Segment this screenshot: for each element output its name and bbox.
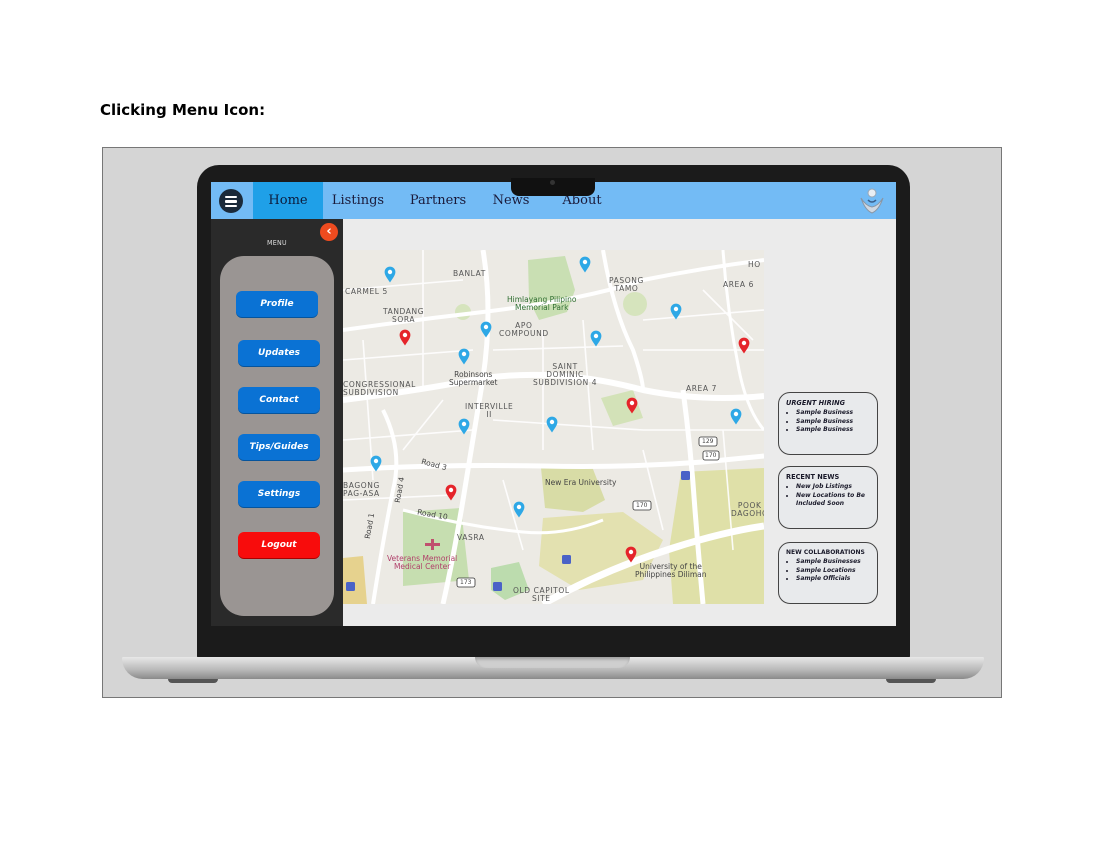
map-pin-blue[interactable] — [546, 416, 558, 433]
card-new-collaborations[interactable]: NEW COLLABORATIONS Sample Businesses Sam… — [778, 542, 878, 604]
map-label-himlayang: Himlayang Pilipino Memorial Park — [507, 295, 577, 312]
map-label-area6: AREA 6 — [723, 280, 754, 289]
map-pin-blue[interactable] — [480, 321, 492, 338]
route-170-b: 170 — [636, 502, 648, 509]
map-pin-red[interactable] — [626, 397, 638, 414]
card-recent-news[interactable]: RECENT NEWS New Job Listings New Locatio… — [778, 466, 878, 529]
map-pin-blue[interactable] — [590, 330, 602, 347]
map-pin-blue[interactable] — [370, 455, 382, 472]
list-item: Sample Business — [796, 409, 870, 418]
laptop-trackpad-notch — [475, 657, 630, 668]
map-pin-blue[interactable] — [458, 418, 470, 435]
map-label-vasra: VASRA — [457, 533, 485, 542]
map-view[interactable]: BANLAT CARMEL 5 TANDANG SORA PASONG TAMO… — [343, 250, 764, 604]
list-item: Sample Business — [796, 426, 870, 435]
contact-button[interactable]: Contact — [238, 387, 320, 413]
map-pin-red[interactable] — [625, 546, 637, 563]
map-label-apo-compound: APO COMPOUND — [499, 321, 549, 338]
map-label-saint-dominic: SAINT DOMINIC SUBDIVISION 4 — [533, 362, 598, 387]
laptop-foot-left — [168, 679, 218, 683]
list-item: Sample Business — [796, 418, 870, 427]
list-item: Sample Businesses — [796, 558, 870, 567]
list-item: Sample Locations — [796, 567, 870, 576]
camera-notch — [511, 178, 595, 196]
map-label-pook-dagoho: POOK DAGOHO — [731, 501, 764, 518]
list-item: New Locations to Be Included Soon — [796, 492, 870, 509]
list-item: New Job Listings — [796, 483, 870, 492]
map-label-pasong-tamo: PASONG TAMO — [609, 276, 644, 293]
page-caption: Clicking Menu Icon: — [100, 101, 266, 119]
map-pin-blue[interactable] — [513, 501, 525, 518]
map-pin-blue[interactable] — [670, 303, 682, 320]
map-label-carmel: CARMEL 5 — [345, 287, 388, 296]
map-label-bagong-pag-asa: BAGONG PAG-ASA — [343, 481, 380, 498]
laptop-foot-right — [886, 679, 936, 683]
settings-button[interactable]: Settings — [238, 481, 320, 507]
tab-home[interactable]: Home — [253, 182, 323, 219]
route-170-a: 170 — [705, 452, 717, 459]
app-screen: Home Listings Partners News About ‹ MENU… — [211, 182, 896, 626]
profile-button[interactable]: Profile — [236, 291, 318, 317]
hand-logo-icon[interactable] — [858, 186, 886, 216]
map-pin-red[interactable] — [445, 484, 457, 501]
map-label-up-diliman: University of the Philippines Diliman — [635, 562, 707, 579]
updates-button[interactable]: Updates — [238, 340, 320, 366]
map-pin-blue[interactable] — [730, 408, 742, 425]
map-label-ho: HO — [748, 260, 761, 269]
map-pin-blue[interactable] — [579, 256, 591, 273]
card-urgent-hiring[interactable]: URGENT HIRING Sample Business Sample Bus… — [778, 392, 878, 455]
map-label-robinsons: Robinsons Supermarket — [449, 370, 498, 387]
map-label-old-capitol: OLD CAPITOL SITE — [513, 586, 570, 603]
map-label-area7: AREA 7 — [686, 384, 717, 393]
map-label-congressional: CONGRESSIONAL SUBDIVISION — [343, 380, 416, 397]
route-173: 173 — [460, 579, 472, 586]
map-pin-red[interactable] — [399, 329, 411, 346]
map-pin-blue[interactable] — [384, 266, 396, 283]
map-label-veterans: Veterans Memorial Medical Center — [387, 554, 458, 571]
map-pin-red[interactable] — [738, 337, 750, 354]
map-label-interville: INTERVILLE II — [465, 402, 514, 419]
hamburger-icon[interactable] — [219, 189, 243, 213]
menu-title: MENU — [267, 239, 287, 247]
route-129: 129 — [702, 438, 714, 445]
map-label-tandang-sora: TANDANG SORA — [383, 307, 425, 324]
map-pin-blue[interactable] — [458, 348, 470, 365]
card-title: NEW COLLABORATIONS — [786, 549, 865, 556]
logout-button[interactable]: Logout — [238, 532, 320, 558]
tab-listings[interactable]: Listings — [329, 182, 387, 219]
list-item: Sample Officials — [796, 575, 870, 584]
tips-guides-button[interactable]: Tips/Guides — [238, 434, 320, 460]
card-title: RECENT NEWS — [786, 473, 840, 481]
tab-partners[interactable]: Partners — [407, 182, 469, 219]
card-title: URGENT HIRING — [786, 399, 846, 407]
map-label-new-era: New Era University — [545, 478, 617, 487]
map-label-banlat: BANLAT — [453, 269, 486, 278]
menu-panel: Profile Updates Contact Tips/Guides Sett… — [220, 256, 334, 616]
sidebar-menu: ‹ MENU Profile Updates Contact Tips/Guid… — [211, 219, 343, 626]
